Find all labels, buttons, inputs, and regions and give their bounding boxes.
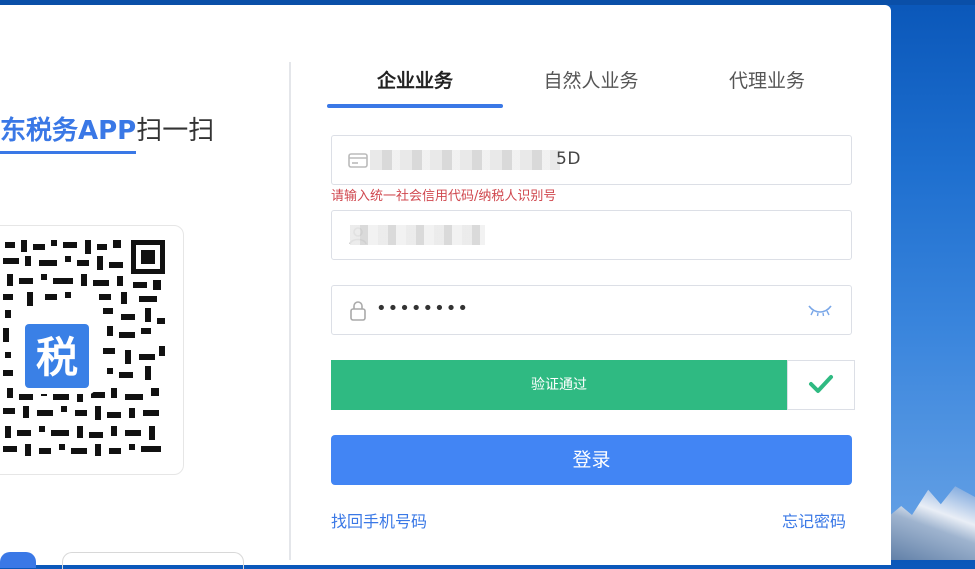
app-scan-title: 东税务APP扫一扫 [0, 110, 214, 154]
active-tab-indicator [327, 104, 503, 108]
qr-badge-glyph: 税 [36, 333, 78, 382]
scan-text: 扫一扫 [136, 116, 215, 146]
check-icon [809, 375, 833, 393]
username-field[interactable] [331, 210, 852, 260]
login-button[interactable]: 登录 [331, 435, 852, 485]
tab-individual[interactable]: 自然人业务 [503, 66, 679, 93]
eye-closed-icon[interactable] [807, 303, 833, 317]
password-value: •••••••• [376, 298, 469, 319]
forgot-password-link[interactable]: 忘记密码 [782, 508, 846, 532]
redacted-value [370, 150, 560, 170]
login-mode-button-active[interactable] [0, 552, 36, 568]
background-mountain-image [885, 486, 975, 560]
verify-status-box [787, 360, 855, 410]
login-mode-button[interactable] [62, 552, 244, 569]
tab-agent[interactable]: 代理业务 [679, 66, 855, 93]
credit-code-field[interactable]: 5D [331, 135, 852, 185]
slider-verify-bar[interactable]: 验证通过 [331, 360, 787, 410]
recover-phone-link[interactable]: 找回手机号码 [331, 508, 427, 532]
credit-code-value: 5D [556, 149, 581, 169]
id-card-icon [348, 153, 368, 168]
credit-code-error: 请输入统一社会信用代码/纳税人识别号 [331, 189, 557, 204]
qr-code-panel: 税 [0, 225, 184, 475]
lock-icon [350, 301, 366, 321]
password-field[interactable]: •••••••• [331, 285, 852, 335]
panel-divider [289, 62, 291, 560]
app-brand-link[interactable]: 东税务APP [0, 110, 137, 154]
redacted-value [350, 225, 485, 245]
tab-enterprise[interactable]: 企业业务 [327, 66, 503, 93]
qr-code-icon: 税 [0, 234, 171, 466]
